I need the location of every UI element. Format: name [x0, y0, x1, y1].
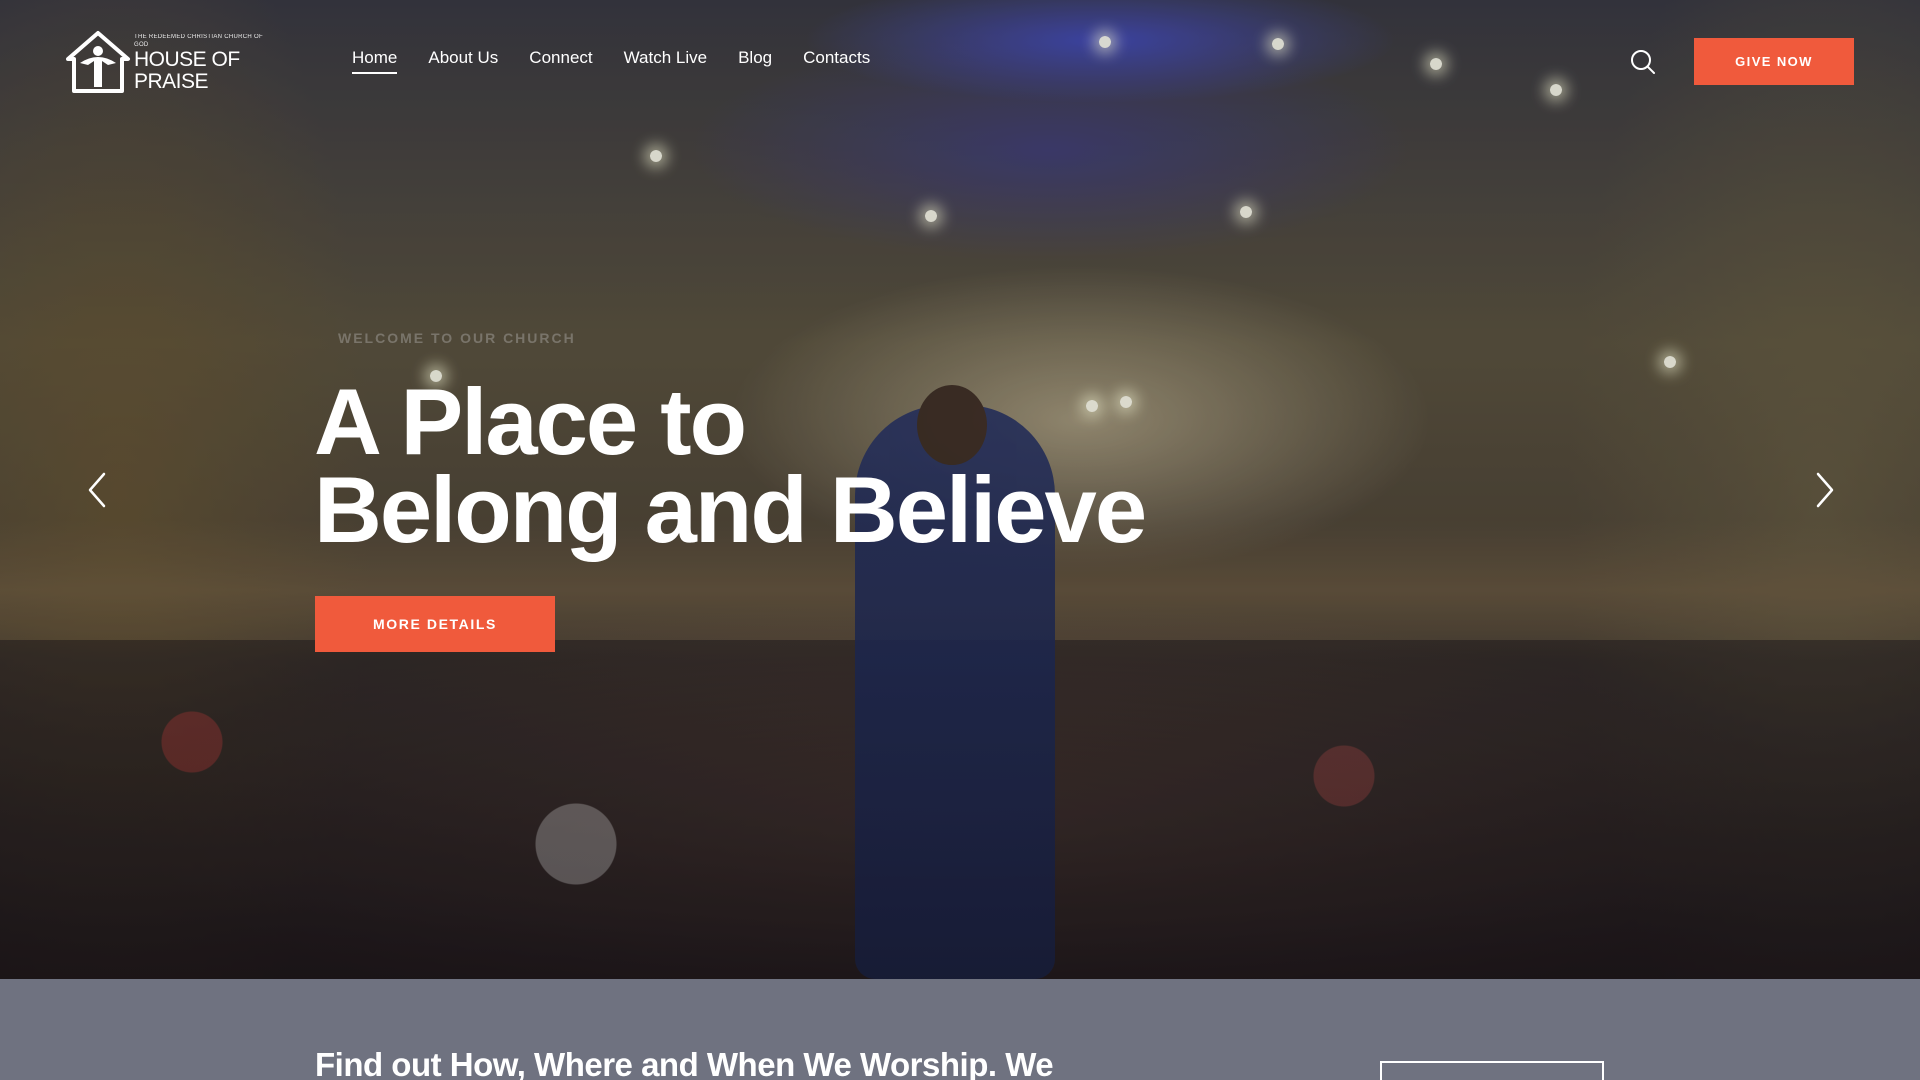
more-details-button[interactable]: MORE DETAILS	[315, 596, 555, 652]
nav-item-home[interactable]: Home	[352, 48, 398, 74]
worship-info-heading: Find out How, Where and When We Worship.…	[315, 1046, 1054, 1080]
nav-item-blog[interactable]: Blog	[738, 48, 772, 74]
logo-tagline: THE REDEEMED CHRISTIAN CHURCH OF GOD	[134, 34, 263, 48]
nav-item-connect[interactable]: Connect	[529, 48, 592, 74]
nav-item-contacts[interactable]: Contacts	[803, 48, 870, 74]
hero-eyebrow: WELCOME TO OUR CHURCH	[338, 330, 576, 346]
logo-name: HOUSE OF PRAISE	[134, 48, 240, 93]
site-logo[interactable]: THE REDEEMED CHRISTIAN CHURCH OF GOD HOU…	[64, 28, 274, 98]
nav-item-watch-live[interactable]: Watch Live	[624, 48, 707, 74]
logo-text: THE REDEEMED CHRISTIAN CHURCH OF GOD HOU…	[134, 33, 274, 93]
search-icon[interactable]	[1630, 49, 1656, 75]
worship-info-button[interactable]	[1380, 1061, 1604, 1080]
chevron-right-icon[interactable]	[1810, 470, 1840, 510]
hero-headline-line2: Belong and Believe	[314, 457, 1147, 562]
nav-item-about-us[interactable]: About Us	[428, 48, 498, 74]
hero-headline-line1: A Place to	[314, 369, 747, 474]
chevron-left-icon[interactable]	[82, 470, 112, 510]
give-now-button[interactable]: GIVE NOW	[1694, 38, 1854, 85]
main-nav: Home About Us Connect Watch Live Blog Co…	[352, 48, 901, 74]
hero-headline: A Place to Belong and Believe	[314, 369, 1147, 562]
logo-house-icon	[64, 29, 132, 97]
